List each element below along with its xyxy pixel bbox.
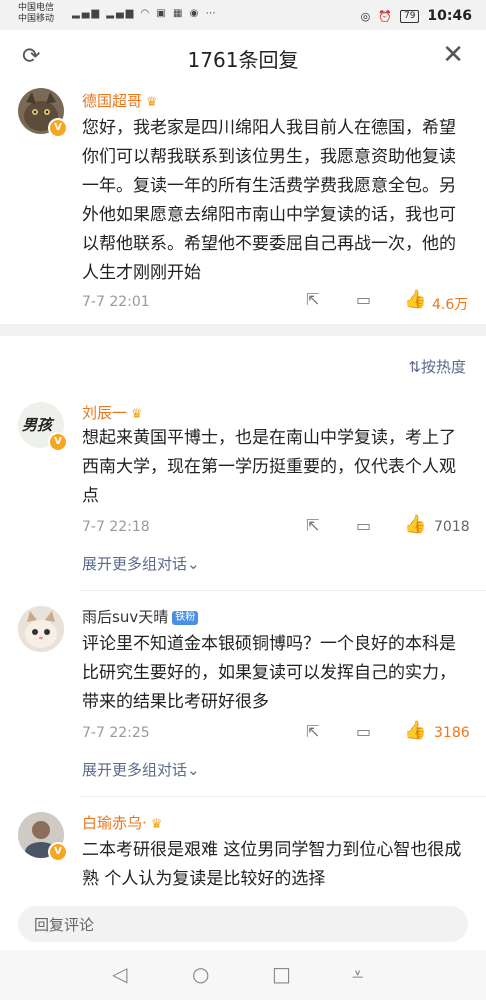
verified-icon: V bbox=[48, 842, 68, 862]
alarm-icon: ⏰ bbox=[378, 9, 392, 23]
share-icon[interactable]: ⇱ bbox=[306, 722, 319, 741]
expand-label: 展开更多组对话 bbox=[82, 761, 188, 779]
signal-icons: ▂▄▆ ▂▄▆ ◠ ▣ ▦ ◉ ⋯ bbox=[72, 8, 218, 19]
like-icon[interactable]: 👍 bbox=[404, 720, 426, 741]
username[interactable]: 德国超哥 ♛ bbox=[82, 90, 158, 111]
share-icon[interactable]: ⇱ bbox=[306, 516, 319, 535]
avatar[interactable] bbox=[18, 606, 64, 652]
home-icon[interactable]: ○ bbox=[192, 962, 209, 986]
page-title: 1761条回复 bbox=[187, 48, 299, 72]
crown-icon: ♛ bbox=[131, 407, 143, 422]
divider bbox=[80, 590, 486, 591]
like-icon[interactable]: 👍 bbox=[404, 514, 426, 535]
comment-icon[interactable]: ▭ bbox=[356, 290, 371, 309]
username-text: 白瑜赤乌· bbox=[82, 814, 147, 832]
comment-date: 7-7 22:25 bbox=[82, 725, 150, 741]
comment-text: 二本考研很是艰难 这位男同学智力到位心智也很成熟 个人认为复读是比较好的选择 bbox=[82, 840, 462, 889]
expand-label: 展开更多组对话 bbox=[82, 555, 188, 573]
battery-icon: 79 bbox=[399, 9, 420, 23]
like-count: 3186 bbox=[434, 725, 470, 741]
sort-icon: ⇅ bbox=[408, 358, 421, 376]
avatar-text: 男孩 bbox=[22, 416, 53, 434]
sort-button[interactable]: ⇅按热度 bbox=[408, 356, 466, 377]
carrier-1: 中国电信 bbox=[18, 3, 55, 13]
reply-placeholder: 回复评论 bbox=[34, 916, 95, 934]
notification-pull-icon[interactable]: ⩡ bbox=[352, 962, 363, 986]
header: ⟳ 1761条回复 ✕ bbox=[0, 30, 486, 84]
crown-icon: ♛ bbox=[146, 95, 158, 110]
chevron-down-icon: ⌄ bbox=[187, 761, 200, 779]
verified-icon: V bbox=[48, 118, 68, 138]
recents-icon[interactable]: □ bbox=[272, 962, 291, 986]
comment-date: 7-7 22:01 bbox=[82, 294, 150, 310]
share-icon[interactable]: ⇱ bbox=[306, 290, 319, 309]
expand-replies-link[interactable]: 展开更多组对话⌄ bbox=[82, 553, 200, 574]
comment-text: 您好，我老家是四川绵阳人我目前人在德国，希望你们可以帮我联系到该位男生，我愿意资… bbox=[82, 118, 456, 283]
like-count: 7018 bbox=[434, 519, 470, 535]
comment-text: 评论里不知道金本银硕铜博吗？一个良好的本科是比研究生要好的，如果复读可以发挥自己… bbox=[82, 634, 456, 712]
username[interactable]: 雨后suv天晴 铁粉 bbox=[82, 606, 199, 627]
section-divider bbox=[0, 324, 486, 336]
comment-text: 想起来黄国平博士，也是在南山中学复读，考上了西南大学，现在第一学历挺重要的，仅代… bbox=[82, 428, 456, 506]
username[interactable]: 白瑜赤乌· ♛ bbox=[82, 812, 162, 833]
username-text: 刘辰一 bbox=[82, 404, 128, 422]
comment-icon[interactable]: ▭ bbox=[356, 722, 371, 741]
comment-icon[interactable]: ▭ bbox=[356, 516, 371, 535]
fan-badge: 铁粉 bbox=[172, 611, 199, 625]
username-text: 雨后suv天晴 bbox=[82, 608, 169, 626]
carrier-2: 中国移动 bbox=[18, 14, 55, 24]
clock: 10:46 bbox=[427, 8, 472, 24]
sort-label: 按热度 bbox=[420, 358, 466, 376]
username-text: 德国超哥 bbox=[82, 92, 143, 110]
status-bar: 中国电信 中国移动 ▂▄▆ ▂▄▆ ◠ ▣ ▦ ◉ ⋯ ◎ ⏰ 79 10:46 bbox=[0, 0, 486, 30]
carrier-labels: 中国电信 中国移动 bbox=[18, 3, 54, 25]
divider bbox=[80, 796, 486, 797]
chevron-down-icon: ⌄ bbox=[187, 555, 200, 573]
crown-icon: ♛ bbox=[150, 817, 163, 832]
expand-replies-link[interactable]: 展开更多组对话⌄ bbox=[82, 759, 200, 780]
close-icon[interactable]: ✕ bbox=[442, 40, 464, 70]
like-icon[interactable]: 👍 bbox=[404, 289, 426, 310]
back-icon[interactable]: ◁ bbox=[112, 962, 127, 986]
eye-icon: ◎ bbox=[360, 9, 371, 23]
status-right: ◎ ⏰ 79 10:46 bbox=[361, 8, 472, 24]
username[interactable]: 刘辰一 ♛ bbox=[82, 402, 143, 423]
verified-icon: V bbox=[48, 432, 68, 452]
reply-input[interactable]: 回复评论 bbox=[18, 906, 468, 942]
system-nav-bar: ◁ ○ □ ⩡ bbox=[0, 950, 486, 1000]
kitten-avatar-image bbox=[18, 606, 64, 652]
like-count: 4.6万 bbox=[432, 297, 469, 313]
comment-date: 7-7 22:18 bbox=[82, 519, 150, 535]
